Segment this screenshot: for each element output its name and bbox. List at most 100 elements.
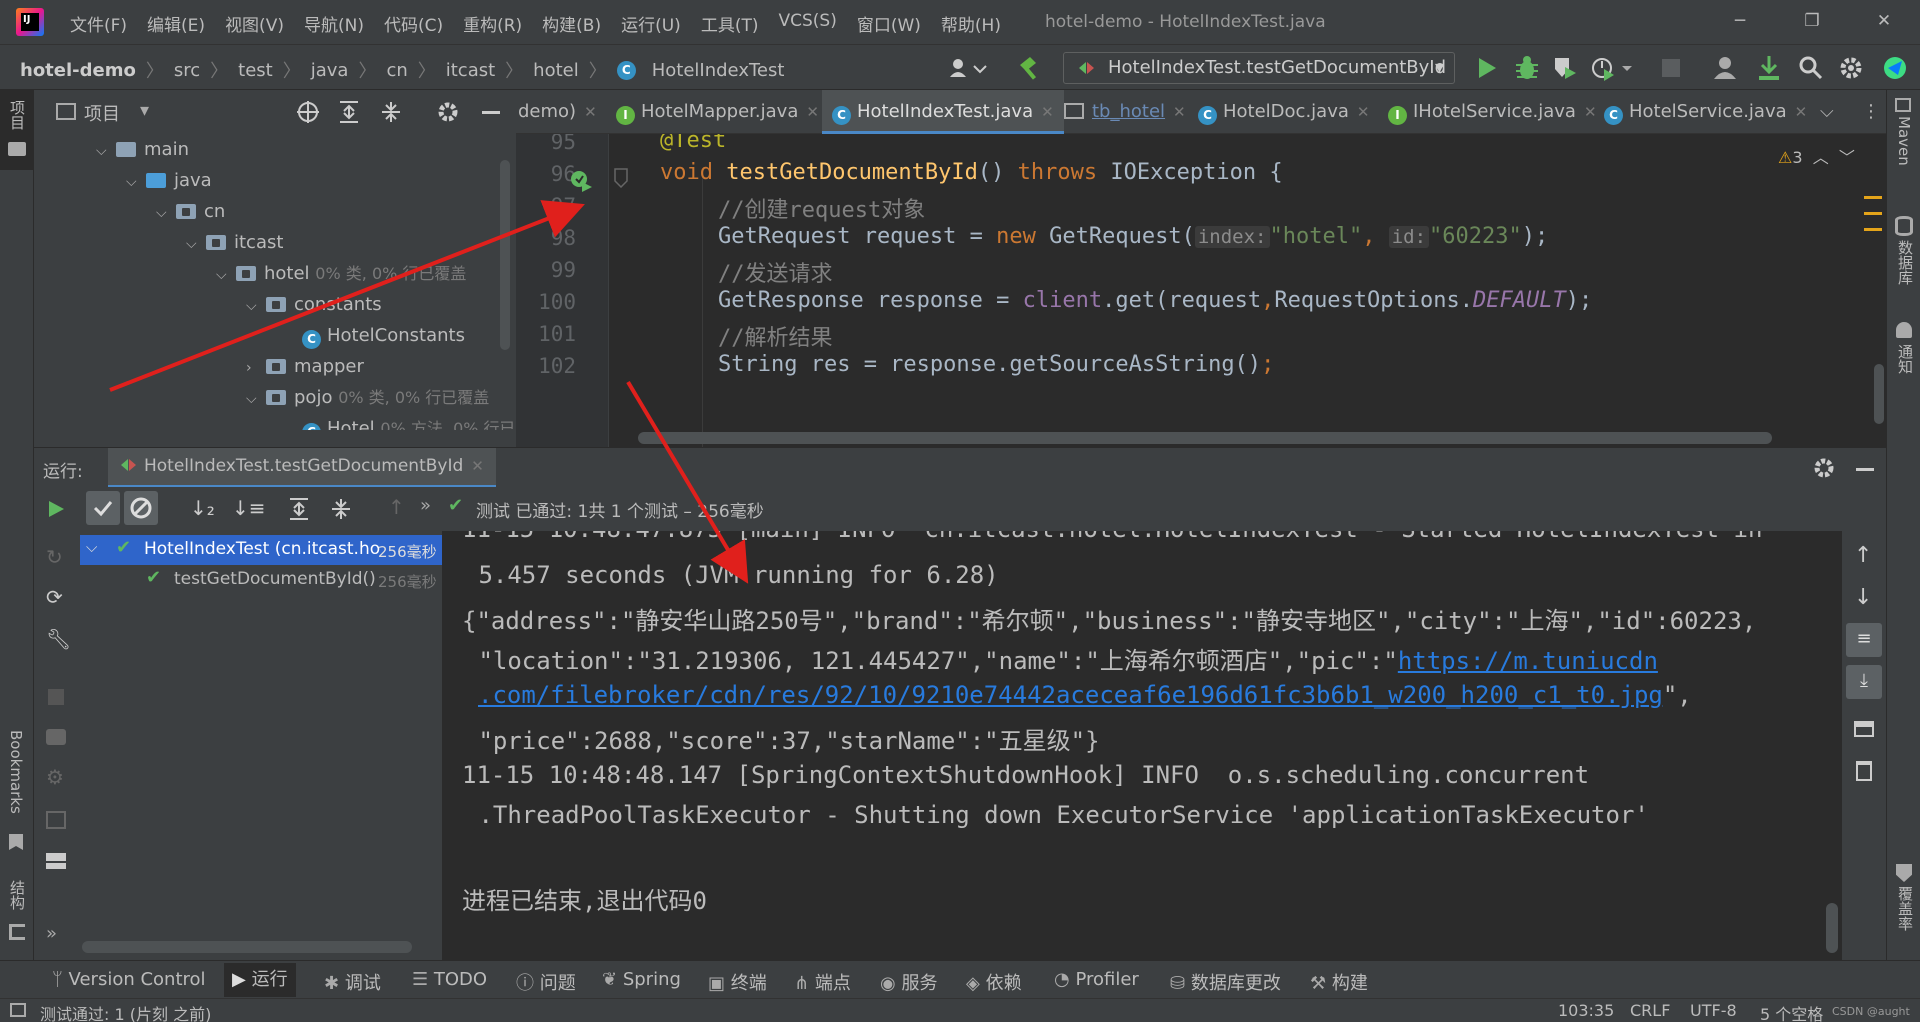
menu-code[interactable]: 代码(C) <box>384 11 443 36</box>
editor-horizontal-scrollbar[interactable] <box>638 432 1772 444</box>
chevron-down-icon[interactable]: ▾ <box>140 100 149 121</box>
scroll-to-end-toggle[interactable]: ⤓ <box>1846 665 1882 699</box>
collapse-all-icon[interactable] <box>380 100 402 124</box>
menu-window[interactable]: 窗口(W) <box>857 11 921 36</box>
user-switch-icon[interactable] <box>948 57 988 79</box>
more-icon[interactable]: » <box>46 923 57 944</box>
tree-item-cn[interactable]: ⌵ cn <box>156 196 225 227</box>
print-icon[interactable] <box>1854 721 1874 737</box>
tree-item-main[interactable]: ⌵ main <box>96 134 189 165</box>
debug-bug-icon[interactable] <box>1514 55 1540 81</box>
tab-hotelindextest[interactable]: C HotelIndexTest.java ✕ <box>822 90 1064 134</box>
notifications-tool-button[interactable]: 通知 <box>1895 344 1916 374</box>
run-tab[interactable]: HotelIndexTest.testGetDocumentById ✕ <box>108 448 496 488</box>
profile-icon[interactable] <box>1590 55 1634 81</box>
tree-item-pojo[interactable]: ⌵ pojo 0% 类, 0% 行已覆盖 <box>246 382 489 413</box>
toggle-tool-windows-icon[interactable] <box>10 1003 26 1017</box>
scroll-up-icon[interactable]: ↑ <box>1854 543 1872 568</box>
menu-vcs[interactable]: VCS(S) <box>778 11 836 36</box>
settings-gear-icon[interactable] <box>1838 55 1864 81</box>
intellij-logo-icon[interactable] <box>16 8 44 36</box>
tab-hoteldoc[interactable]: C HotelDoc.java ✕ <box>1190 90 1377 134</box>
menu-build[interactable]: 构建(B) <box>542 11 601 36</box>
menu-view[interactable]: 视图(V) <box>225 11 284 36</box>
editor-vertical-scrollbar[interactable] <box>1874 364 1884 424</box>
layout-icon[interactable] <box>46 853 66 869</box>
sort-by-duration-icon[interactable]: ↓≡ <box>232 496 266 520</box>
search-icon[interactable] <box>1798 55 1824 81</box>
project-tool-button[interactable]: 项目 <box>0 90 34 170</box>
inspection-widget[interactable]: ⚠3 ︿ ﹀ <box>1778 144 1855 168</box>
rerun-icon[interactable] <box>46 499 66 519</box>
run-config-selector[interactable]: HotelIndexTest.testGetDocumentById ▾ <box>1063 52 1455 84</box>
project-panel-title[interactable]: 项目 <box>84 100 120 126</box>
breadcrumb-test[interactable]: test <box>238 60 273 81</box>
tool-database-changes[interactable]: ⛁ 数据库更改 <box>1170 969 1281 995</box>
show-passed-toggle[interactable] <box>86 491 120 525</box>
more-actions-icon[interactable]: » <box>420 495 431 516</box>
test-case-row[interactable]: ✔ testGetDocumentById() 256毫秒 <box>80 565 442 595</box>
menu-refactor[interactable]: 重构(R) <box>463 11 522 36</box>
line-separator[interactable]: CRLF <box>1630 1001 1670 1020</box>
expand-all-icon[interactable] <box>338 100 360 124</box>
breadcrumb-hotel[interactable]: hotel <box>533 60 579 81</box>
locate-crosshair-icon[interactable] <box>296 100 320 124</box>
structure-tool-button[interactable]: 结构 <box>7 880 28 910</box>
restore-button[interactable]: ❐ <box>1776 0 1848 44</box>
tool-spring[interactable]: ❦ Spring <box>602 969 681 990</box>
tool-profiler[interactable]: ◔ Profiler <box>1054 969 1139 990</box>
caret-position[interactable]: 103:35 <box>1558 1001 1614 1020</box>
image-url-link[interactable]: .com/filebroker/cdn/res/92/10/9210e74442… <box>478 681 1663 709</box>
toggle-auto-test-icon[interactable]: ⟳ <box>46 585 63 609</box>
stop-icon[interactable] <box>1660 57 1682 79</box>
tool-terminal[interactable]: ▣ 终端 <box>708 969 767 995</box>
database-tool-button[interactable]: 数据库 <box>1895 240 1916 285</box>
tool-dependencies[interactable]: ◈ 依赖 <box>966 969 1022 995</box>
tab-ihotelservice[interactable]: I IHotelService.java ✕ <box>1380 90 1605 134</box>
tab-tb-hotel[interactable]: tb_hotel ✕ <box>1056 90 1194 134</box>
tool-version-control[interactable]: ᛘ Version Control <box>52 969 206 990</box>
console-scrollbar[interactable] <box>1826 903 1838 953</box>
project-scrollbar[interactable] <box>500 160 510 350</box>
breadcrumb-itcast[interactable]: itcast <box>446 60 495 81</box>
status-message[interactable]: 测试通过: 1 (片刻 之前) <box>40 1001 211 1022</box>
wrench-icon[interactable]: 🔧︎ <box>46 627 71 651</box>
tree-item-hotel[interactable]: ⌵ hotel 0% 类, 0% 行已覆盖 <box>216 258 466 289</box>
menu-navigate[interactable]: 导航(N) <box>304 11 364 36</box>
minimize-button[interactable]: ─ <box>1704 0 1776 44</box>
file-encoding[interactable]: UTF-8 <box>1690 1001 1737 1020</box>
menu-tools[interactable]: 工具(T) <box>701 11 759 36</box>
tree-item-java[interactable]: ⌵ java <box>126 165 212 196</box>
breadcrumb-cn[interactable]: cn <box>386 60 407 81</box>
hide-panel-icon[interactable] <box>1856 468 1874 471</box>
tree-item-hotelconstants[interactable]: C HotelConstants <box>302 320 465 351</box>
sort-alphabetically-icon[interactable]: ↓₂ <box>190 496 215 520</box>
menu-help[interactable]: 帮助(H) <box>941 11 1001 36</box>
bookmarks-tool-button[interactable]: Bookmarks <box>7 730 25 814</box>
stop-icon[interactable] <box>48 689 64 705</box>
update-download-icon[interactable] <box>1756 54 1782 82</box>
breadcrumb-class[interactable]: HotelIndexTest <box>652 60 785 81</box>
tool-debug[interactable]: ✱ 调试 <box>324 969 381 995</box>
tool-endpoints[interactable]: ⋔ 端点 <box>794 969 851 995</box>
tab-hotelmapper[interactable]: I HotelMapper.java ✕ <box>608 90 827 134</box>
maven-tool-button[interactable]: Maven <box>1895 116 1913 166</box>
soft-wrap-toggle[interactable]: ≡ <box>1846 623 1882 657</box>
more-options-icon[interactable]: ⋮ <box>1862 90 1880 134</box>
tool-services[interactable]: ◉ 服务 <box>880 969 937 995</box>
fold-marker-icon[interactable] <box>614 168 628 188</box>
tool-todo[interactable]: ☰ TODO <box>412 969 487 990</box>
breadcrumb-project[interactable]: hotel-demo <box>20 60 136 81</box>
tool-problems[interactable]: ⓘ 问题 <box>516 969 576 995</box>
tab-hotelservice[interactable]: C HotelService.java ✕ <box>1596 90 1815 134</box>
show-ignored-toggle[interactable] <box>124 491 158 525</box>
account-icon[interactable] <box>1712 55 1738 81</box>
console-output[interactable]: 11-15 10:48:47.875 [main] INFO cn.itcast… <box>442 531 1842 960</box>
tool-build[interactable]: ⚒ 构建 <box>1310 969 1368 995</box>
run-test-gutter-icon[interactable] <box>568 168 594 194</box>
build-hammer-icon[interactable] <box>1016 55 1042 81</box>
tree-horizontal-scrollbar[interactable] <box>82 941 412 953</box>
tool-run[interactable]: ▶ 运行 <box>224 963 296 997</box>
previous-failed-icon[interactable]: ↑ <box>388 495 405 519</box>
coverage-tool-button[interactable]: 覆盖率 <box>1895 886 1916 931</box>
